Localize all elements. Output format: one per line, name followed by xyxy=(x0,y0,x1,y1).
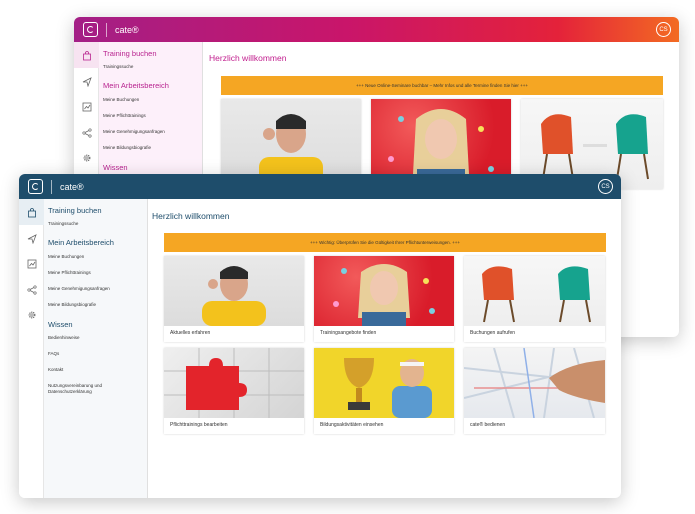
sidebar-heading-wissen[interactable]: Wissen xyxy=(48,320,73,329)
sidebar-item-trainingssuche[interactable]: Trainingssuche xyxy=(48,221,78,227)
send-icon[interactable] xyxy=(81,76,92,87)
sidebar-item-bildungsbiografie[interactable]: Meine Bildungsbiografie xyxy=(103,145,151,151)
tile-caption: Trainingsangebote finden xyxy=(320,330,377,336)
chart-icon[interactable] xyxy=(26,258,37,269)
page-title: Herzlich willkommen xyxy=(209,53,287,63)
sidebar-heading-training[interactable]: Training buchen xyxy=(48,206,102,215)
sidebar-item-datenschutz[interactable]: Datenschutzerklärung xyxy=(48,389,92,395)
sidebar-item-trainingssuche[interactable]: Trainingssuche xyxy=(103,64,133,70)
page-title: Herzlich willkommen xyxy=(152,211,230,221)
sidebar-item-pflichttrainings[interactable]: Meine Pflichttrainings xyxy=(48,270,91,276)
cate-logo[interactable] xyxy=(83,22,98,37)
tile-caption: Buchungen aufrufen xyxy=(470,330,516,336)
tile-image-puzzle xyxy=(164,348,304,418)
sidebar-heading-wissen[interactable]: Wissen xyxy=(103,163,128,172)
front-main-content: Herzlich willkommen +++ Wichtig: Überprü… xyxy=(148,199,621,498)
chart-icon[interactable] xyxy=(81,101,92,112)
gear-icon[interactable] xyxy=(81,152,92,163)
sidebar-item-bedienhinweise[interactable]: Bedienhinweise xyxy=(48,335,80,341)
sidebar-item-genehmigungen[interactable]: Meine Genehmigungsanfragen xyxy=(103,129,165,135)
tile-image-trophy xyxy=(314,348,454,418)
announcement-banner[interactable]: +++ Neue Online-Seminare buchbar – Mehr … xyxy=(221,76,663,95)
share-icon[interactable] xyxy=(81,127,92,138)
sidebar-item-pflichttrainings[interactable]: Meine Pflichttrainings xyxy=(103,113,146,119)
sidebar-item-buchungen[interactable]: Meine Buchungen xyxy=(103,97,139,103)
front-sidebar: Training buchen Trainingssuche Mein Arbe… xyxy=(44,199,148,498)
user-avatar[interactable]: CS xyxy=(598,179,613,194)
app-name: cate® xyxy=(115,24,139,35)
sidebar-item-kontakt[interactable]: Kontakt xyxy=(48,367,63,373)
tile-mandatory[interactable]: Pflichttrainings bearbeiten xyxy=(164,348,304,434)
tile-news[interactable]: Aktuelles erfahren xyxy=(164,256,304,342)
share-icon[interactable] xyxy=(26,284,37,295)
sidebar-heading-work[interactable]: Mein Arbeitsbereich xyxy=(48,238,114,247)
tile-image-chairs xyxy=(464,256,605,326)
shopping-bag-icon[interactable] xyxy=(26,207,37,218)
gear-icon[interactable] xyxy=(26,309,37,320)
sidebar-item-genehmigungen[interactable]: Meine Genehmigungsanfragen xyxy=(48,286,110,292)
app-name: cate® xyxy=(60,181,84,192)
back-header-bar: cate® CS xyxy=(74,17,679,42)
tile-caption: Bildungsaktivitäten einsehen xyxy=(320,422,384,428)
sidebar-item-bildungsbiografie[interactable]: Meine Bildungsbiografie xyxy=(48,302,96,308)
front-header-bar: cate® CS xyxy=(19,174,621,199)
tile-caption: Pflichttrainings bearbeiten xyxy=(170,422,228,428)
cate-logo[interactable] xyxy=(28,179,43,194)
tile-image-map xyxy=(464,348,605,419)
sidebar-heading-work[interactable]: Mein Arbeitsbereich xyxy=(103,81,169,90)
header-divider xyxy=(51,179,52,194)
tile-help[interactable]: cate® bedienen xyxy=(464,348,605,434)
tile-caption: Aktuelles erfahren xyxy=(170,330,211,336)
tile-trainings[interactable]: Trainingsangebote finden xyxy=(314,256,454,342)
tile-image-confetti-woman xyxy=(314,256,454,326)
header-divider xyxy=(106,22,107,37)
user-avatar[interactable]: CS xyxy=(656,22,671,37)
tile-bookings[interactable]: Buchungen aufrufen xyxy=(464,256,605,342)
sidebar-item-buchungen[interactable]: Meine Buchungen xyxy=(48,254,84,260)
send-icon[interactable] xyxy=(26,233,37,244)
sidebar-item-faqs[interactable]: FAQs xyxy=(48,351,59,357)
tile-caption: cate® bedienen xyxy=(470,422,506,428)
announcement-banner[interactable]: +++ Wichtig: Überprüfen Sie die Gültigke… xyxy=(164,233,606,252)
shopping-bag-icon[interactable] xyxy=(81,50,92,61)
sidebar-heading-training[interactable]: Training buchen xyxy=(103,49,157,58)
front-icon-bar xyxy=(19,199,44,498)
tile-image-thinking-man xyxy=(164,256,304,326)
front-app-window: cate® CS Training buchen Trainingssuche … xyxy=(19,174,621,498)
tile-education[interactable]: Bildungsaktivitäten einsehen xyxy=(314,348,454,434)
